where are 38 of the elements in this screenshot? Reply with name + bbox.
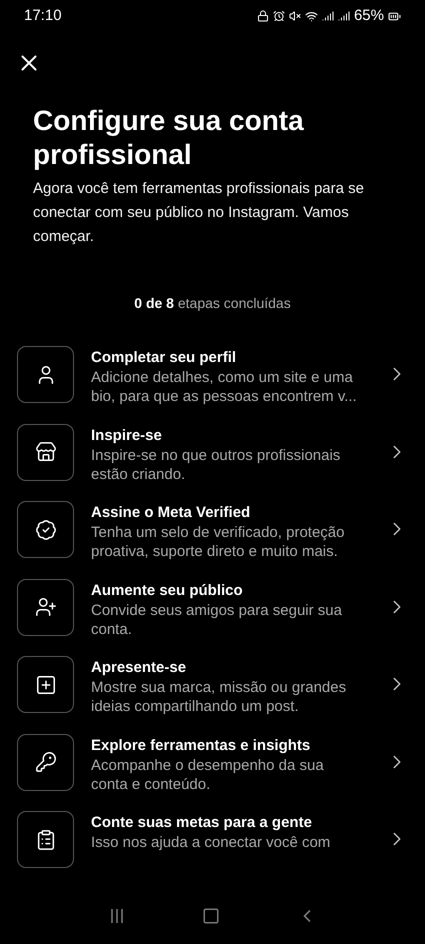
- step-title: Explore ferramentas e insights: [91, 736, 312, 756]
- setup-step[interactable]: Explore ferramentas e insights Acompanhe o desempenho da sua conta e conteúdo.: [0, 734, 425, 811]
- plus-square-icon: [34, 674, 56, 696]
- battery-icon: [388, 10, 401, 22]
- step-description: Adicione detalhes, como um site e uma bio, para que as pessoas encontrem v...: [91, 368, 358, 406]
- page-subtitle: Agora você tem ferramentas profissionais para se conectar com seu público no Instagram. Vamos começar.: [33, 179, 365, 247]
- step-title: Apresente-se: [91, 658, 188, 678]
- page-title: Configure sua conta profissional: [33, 104, 305, 172]
- step-description: Tenha um selo de verificado, proteção proativa, suporte direto e muito mais.: [91, 523, 346, 561]
- setup-step[interactable]: Conte suas metas para a gente Isso nos ajuda a conectar você com: [0, 811, 425, 888]
- status-time: 17:10: [24, 6, 62, 26]
- step-description: Convide seus amigos para seguir sua conta.: [91, 600, 343, 638]
- alarm-icon: [272, 10, 285, 22]
- lock-icon: [256, 10, 269, 22]
- key-icon: [34, 751, 56, 773]
- mute-icon: [288, 10, 301, 22]
- setup-step[interactable]: Inspire-se Inspire-se no que outros profissionais estão criando.: [0, 424, 425, 501]
- setup-step[interactable]: Assine o Meta Verified Tenha um selo de verificado, proteção proativa, suporte direto e muito mais.: [0, 501, 425, 578]
- battery-percent: 65%: [354, 6, 384, 26]
- home-icon[interactable]: [202, 907, 220, 925]
- step-title: Aumente seu público: [91, 580, 244, 600]
- progress-text: 0 de 8 etapas concluídas: [134, 294, 291, 313]
- wifi-icon: [304, 10, 318, 22]
- step-description: Mostre sua marca, missão ou grandes ideias compartilhando um post.: [91, 678, 348, 716]
- step-description: Isso nos ajuda a conectar você com: [91, 833, 332, 852]
- recent-apps-icon[interactable]: [108, 908, 124, 924]
- setup-step[interactable]: Completar seu perfil Adicione detalhes, como um site e uma bio, para que as pessoas encontrem v...: [0, 346, 425, 424]
- store-icon: [34, 441, 56, 463]
- step-title: Assine o Meta Verified: [91, 503, 252, 523]
- step-title: Inspire-se: [91, 426, 163, 446]
- setup-step[interactable]: Apresente-se Mostre sua marca, missão ou grandes ideias compartilhando um post.: [0, 656, 425, 734]
- step-title: Conte suas metas para a gente: [91, 813, 313, 833]
- step-description: Acompanhe o desempenho da sua conta e conteúdo.: [91, 756, 325, 794]
- step-title: Completar seu perfil: [91, 348, 238, 368]
- setup-step[interactable]: Aumente seu público Convide seus amigos para seguir sua conta.: [0, 578, 425, 656]
- step-description: Inspire-se no que outros profissionais estão criando.: [91, 446, 342, 484]
- badge-check-icon: [34, 518, 56, 540]
- add-person-icon: [34, 596, 56, 618]
